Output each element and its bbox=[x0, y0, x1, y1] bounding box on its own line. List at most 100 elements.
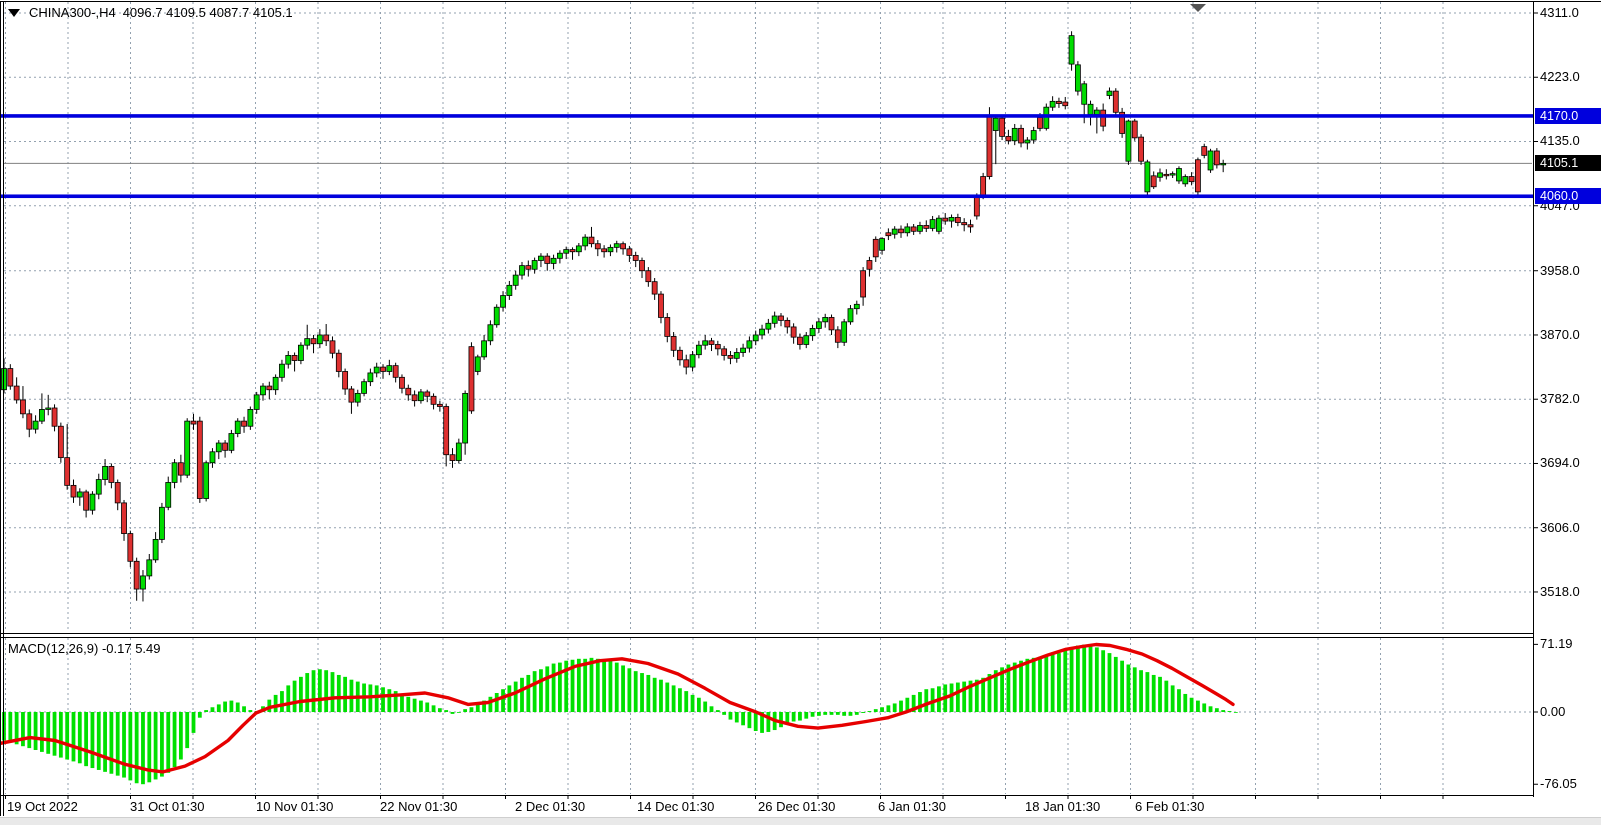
macd-histogram-bar bbox=[735, 712, 739, 722]
macd-histogram-bar bbox=[609, 661, 613, 712]
candle-body bbox=[469, 347, 474, 411]
candle-body bbox=[614, 244, 619, 248]
macd-axis-label[interactable]: -76.05 bbox=[1540, 776, 1577, 791]
candle-body bbox=[355, 393, 360, 402]
time-axis-label[interactable]: 6 Jan 01:30 bbox=[878, 799, 946, 814]
macd-histogram-bar bbox=[242, 706, 246, 712]
price-axis-label[interactable]: 3782.0 bbox=[1540, 391, 1580, 406]
macd-histogram-bar bbox=[1133, 667, 1137, 712]
macd-histogram-bar bbox=[166, 712, 170, 773]
macd-histogram-bar bbox=[40, 712, 44, 752]
candle-body bbox=[532, 261, 537, 270]
window-bottom-edge bbox=[0, 817, 1601, 825]
macd-histogram-bar bbox=[135, 712, 139, 783]
candle-body bbox=[804, 336, 809, 345]
macd-axis-label[interactable]: 71.19 bbox=[1540, 636, 1573, 651]
candle-body bbox=[109, 466, 114, 482]
macd-histogram-bar bbox=[558, 663, 562, 712]
macd-histogram-bar bbox=[1171, 685, 1175, 712]
price-axis-label[interactable]: 3518.0 bbox=[1540, 584, 1580, 599]
candle-body bbox=[494, 307, 499, 325]
candle-body bbox=[621, 244, 626, 249]
candle-body bbox=[829, 317, 834, 329]
candle-body bbox=[248, 409, 253, 426]
macd-histogram-bar bbox=[615, 663, 619, 712]
macd-histogram-bar bbox=[1221, 710, 1225, 712]
macd-axis-label[interactable]: 0.00 bbox=[1540, 704, 1565, 719]
macd-histogram-bar bbox=[779, 712, 783, 727]
price-axis-label[interactable]: 4135.0 bbox=[1540, 133, 1580, 148]
candle-body bbox=[589, 237, 594, 244]
macd-histogram-bar bbox=[1190, 698, 1194, 712]
macd-histogram-bar bbox=[697, 698, 701, 712]
time-axis-label[interactable]: 18 Jan 01:30 bbox=[1025, 799, 1100, 814]
time-axis-label[interactable]: 2 Dec 01:30 bbox=[515, 799, 585, 814]
time-axis-label[interactable]: 31 Oct 01:30 bbox=[130, 799, 204, 814]
candle-body bbox=[880, 239, 885, 251]
time-axis-label[interactable]: 14 Dec 01:30 bbox=[637, 799, 714, 814]
candle-body bbox=[797, 337, 802, 344]
macd-histogram-bar bbox=[1183, 694, 1187, 712]
candle-body bbox=[949, 217, 954, 221]
price-axis-label[interactable]: 3606.0 bbox=[1540, 520, 1580, 535]
macd-histogram-bar bbox=[520, 678, 524, 712]
macd-histogram-bar bbox=[868, 711, 872, 712]
price-axis-label[interactable]: 4223.0 bbox=[1540, 69, 1580, 84]
time-axis-label[interactable]: 22 Nov 01:30 bbox=[380, 799, 457, 814]
time-axis-label[interactable]: 26 Dec 01:30 bbox=[758, 799, 835, 814]
candle-body bbox=[1037, 117, 1042, 128]
macd-histogram-bar bbox=[1196, 701, 1200, 712]
macd-histogram-bar bbox=[703, 702, 707, 712]
candle-body bbox=[393, 366, 398, 378]
macd-histogram-bar bbox=[318, 669, 322, 712]
candle-body bbox=[974, 197, 979, 216]
candle-body bbox=[753, 335, 758, 341]
chart-canvas[interactable] bbox=[0, 0, 1601, 825]
candle-body bbox=[677, 350, 682, 359]
candle-body bbox=[1101, 110, 1106, 126]
candle-body bbox=[324, 335, 329, 341]
price-axis-label[interactable]: 4311.0 bbox=[1540, 5, 1579, 20]
symbol-dropdown-triangle-icon bbox=[8, 9, 20, 17]
macd-histogram-bar bbox=[716, 710, 720, 712]
macd-histogram-bar bbox=[1152, 675, 1156, 712]
macd-histogram-bar bbox=[451, 712, 455, 714]
time-axis-label[interactable]: 6 Feb 01:30 bbox=[1135, 799, 1204, 814]
candle-body bbox=[608, 247, 613, 251]
candle-body bbox=[235, 421, 240, 433]
macd-histogram-bar bbox=[590, 658, 594, 712]
horizontal-level-line bbox=[0, 114, 1533, 118]
candle-body bbox=[1025, 140, 1030, 143]
macd-histogram-bar bbox=[830, 712, 834, 715]
candle-body bbox=[273, 377, 278, 389]
candle-body bbox=[368, 373, 373, 382]
price-axis-label[interactable]: 3958.0 bbox=[1540, 263, 1580, 278]
candle-body bbox=[962, 223, 967, 225]
candle-body bbox=[690, 355, 695, 367]
candle-body bbox=[1050, 101, 1055, 107]
macd-histogram-bar bbox=[122, 712, 126, 778]
macd-histogram-bar bbox=[804, 712, 808, 719]
candle-body bbox=[633, 255, 638, 260]
price-axis-label[interactable]: 3870.0 bbox=[1540, 327, 1580, 342]
macd-histogram-bar bbox=[173, 712, 177, 767]
macd-histogram-bar bbox=[1063, 650, 1067, 712]
candle-body bbox=[1019, 128, 1024, 143]
macd-histogram-bar bbox=[489, 697, 493, 712]
time-axis-label[interactable]: 10 Nov 01:30 bbox=[256, 799, 333, 814]
candle-body bbox=[1202, 147, 1207, 156]
macd-histogram-bar bbox=[1051, 654, 1055, 712]
price-axis-label[interactable]: 3694.0 bbox=[1540, 455, 1580, 470]
macd-histogram-bar bbox=[8, 712, 12, 742]
macd-histogram-bar bbox=[855, 712, 859, 715]
candle-body bbox=[65, 458, 70, 486]
candle-body bbox=[848, 309, 853, 322]
macd-histogram-bar bbox=[59, 712, 63, 758]
macd-histogram-bar bbox=[1139, 670, 1143, 712]
macd-histogram-bar bbox=[1095, 647, 1099, 712]
time-axis-label[interactable]: 19 Oct 2022 bbox=[7, 799, 78, 814]
candle-body bbox=[602, 249, 607, 252]
macd-histogram-bar bbox=[678, 688, 682, 712]
macd-histogram-bar bbox=[861, 712, 865, 713]
macd-histogram-bar bbox=[248, 710, 252, 712]
